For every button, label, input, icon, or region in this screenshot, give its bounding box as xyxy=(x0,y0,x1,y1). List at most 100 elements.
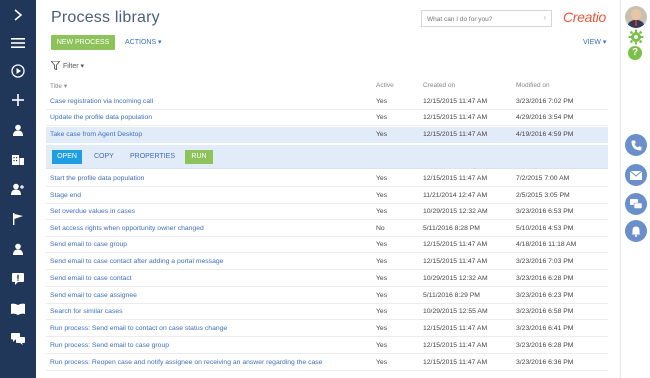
left-sidebar xyxy=(0,0,36,378)
created-on-value: 12/15/2015 11:47 AM xyxy=(423,175,488,182)
created-on-value: 5/11/2016 8:28 PM xyxy=(423,225,480,232)
table-row[interactable]: Send email to case group Yes 12/15/2015 … xyxy=(46,237,608,254)
view-menu-button[interactable]: VIEW ▾ xyxy=(583,38,606,46)
plus-icon[interactable] xyxy=(0,89,36,111)
table-row[interactable]: Send email to case assignee Yes 5/11/201… xyxy=(46,288,608,305)
email-icon[interactable] xyxy=(625,164,647,186)
process-title-link[interactable]: Send email to case contact xyxy=(50,275,132,282)
table-row[interactable]: Case registration via incoming call Yes … xyxy=(46,94,608,111)
process-title-link[interactable]: Run process: Send email to contact on ca… xyxy=(50,325,227,332)
expand-chevron-icon[interactable] xyxy=(0,4,36,26)
knowledge-base-icon[interactable] xyxy=(0,298,36,320)
actions-menu-button[interactable]: ACTIONS ▾ xyxy=(125,38,162,46)
active-value: Yes xyxy=(376,325,388,332)
selected-row-actions: OPEN COPY PROPERTIES RUN xyxy=(46,145,608,169)
created-on-value: 12/15/2015 11:47 AM xyxy=(423,241,488,248)
phone-icon[interactable] xyxy=(625,134,647,156)
table-row[interactable]: Run process: Send email to contact on ca… xyxy=(46,321,608,338)
modified-on-value: 7/2/2015 7:00 AM xyxy=(516,175,570,182)
modified-on-value: 3/23/2016 6:28 PM xyxy=(516,275,574,282)
person-icon[interactable] xyxy=(0,238,36,260)
modified-on-value: 3/23/2016 6:41 PM xyxy=(516,325,574,332)
chevron-right-icon[interactable]: › xyxy=(543,13,546,22)
created-on-value: 12/15/2015 11:47 AM xyxy=(423,342,488,349)
modified-on-value: 3/23/2016 6:36 PM xyxy=(516,359,574,366)
page-title: Process library xyxy=(51,9,160,26)
help-icon[interactable]: ? xyxy=(628,46,642,60)
process-title-link[interactable]: Send email to case contact after adding … xyxy=(50,258,223,265)
run-button[interactable]: RUN xyxy=(185,150,213,164)
active-value: Yes xyxy=(376,131,388,138)
process-title-link[interactable]: Set overdue values in cases xyxy=(50,208,135,215)
table-row[interactable]: Set overdue values in cases Yes 10/29/20… xyxy=(46,204,608,221)
modified-on-value: 2/5/2015 3:05 PM xyxy=(516,192,570,199)
modified-on-value: 4/19/2016 4:59 PM xyxy=(516,131,574,138)
table-row[interactable]: Set access rights when opportunity owner… xyxy=(46,221,608,238)
chat-icon[interactable] xyxy=(625,193,647,215)
filter-icon[interactable] xyxy=(51,61,60,70)
new-process-button[interactable]: NEW PROCESS xyxy=(51,35,115,50)
modified-on-value: 3/23/2016 6:23 PM xyxy=(516,292,574,299)
active-value: Yes xyxy=(376,258,388,265)
modified-on-value: 5/10/2016 4:53 PM xyxy=(516,225,574,232)
table-row[interactable]: Stage end Yes 11/21/2014 12:47 AM 2/5/20… xyxy=(46,188,608,205)
created-on-value: 11/21/2014 12:47 AM xyxy=(423,192,488,199)
process-title-link[interactable]: Stage end xyxy=(50,192,81,199)
contact-icon[interactable] xyxy=(0,119,36,141)
active-value: Yes xyxy=(376,98,388,105)
process-title-link[interactable]: Run process: Send email to case group xyxy=(50,342,169,349)
copy-button[interactable]: COPY xyxy=(94,153,114,160)
notification-bell-icon[interactable] xyxy=(625,220,647,242)
command-search-box[interactable]: › xyxy=(421,10,552,27)
feed-icon[interactable] xyxy=(0,328,36,350)
created-on-value: 12/15/2015 11:47 AM xyxy=(423,114,488,121)
menu-icon[interactable] xyxy=(0,32,36,54)
table-row[interactable]: Run process: Send email to case group Ye… xyxy=(46,338,608,355)
leads-icon[interactable] xyxy=(0,178,36,200)
created-on-value: 12/15/2015 11:47 AM xyxy=(423,98,488,105)
created-on-value: 10/29/2015 12:32 AM xyxy=(423,208,488,215)
flag-icon[interactable] xyxy=(0,208,36,230)
process-title-link[interactable]: Send email to case group xyxy=(50,241,127,248)
logo: Creatio xyxy=(563,9,607,25)
active-value: Yes xyxy=(376,192,388,199)
gear-icon[interactable] xyxy=(628,29,644,45)
active-value: Yes xyxy=(376,275,388,282)
process-title-link[interactable]: Start the profile data population xyxy=(50,175,144,182)
open-button[interactable]: OPEN xyxy=(52,150,82,164)
active-value: Yes xyxy=(376,208,388,215)
table-row-selected[interactable]: Take case from Agent Desktop Yes 12/15/2… xyxy=(46,127,608,144)
active-value: Yes xyxy=(376,342,388,349)
column-header-created[interactable]: Created on xyxy=(423,82,455,89)
modified-on-value: 4/18/2016 11:18 AM xyxy=(516,241,577,248)
active-value: No xyxy=(376,225,385,232)
accounts-icon[interactable] xyxy=(0,148,36,170)
process-title-link[interactable]: Set access rights when opportunity owner… xyxy=(50,225,204,232)
column-header-modified[interactable]: Modified on xyxy=(516,82,550,89)
process-title-link[interactable]: Search for similar cases xyxy=(50,308,123,315)
cases-icon[interactable] xyxy=(0,268,36,290)
table-row[interactable]: Start the profile data population Yes 12… xyxy=(46,171,608,188)
play-circle-icon[interactable] xyxy=(0,60,36,82)
created-on-value: 12/15/2015 11:47 AM xyxy=(423,359,488,366)
active-value: Yes xyxy=(376,114,388,121)
process-title-link[interactable]: Case registration via incoming call xyxy=(50,98,153,105)
filter-button[interactable]: Filter ▾ xyxy=(63,62,84,70)
column-header-title[interactable]: Title ▾ xyxy=(50,82,67,90)
table-row[interactable]: Update the profile data population Yes 1… xyxy=(46,110,608,127)
table-row[interactable]: Run process: Reopen case and notify assi… xyxy=(46,355,608,372)
table-row[interactable]: Send email to case contact after adding … xyxy=(46,254,608,271)
table-row[interactable]: Send email to case contact Yes 10/29/201… xyxy=(46,271,608,288)
process-title-link[interactable]: Run process: Reopen case and notify assi… xyxy=(50,359,322,366)
search-input[interactable] xyxy=(427,13,535,25)
modified-on-value: 3/23/2016 6:53 PM xyxy=(516,208,574,215)
process-title-link[interactable]: Update the profile data population xyxy=(50,114,152,121)
table-row[interactable]: Search for similar cases Yes 10/29/2015 … xyxy=(46,304,608,321)
process-title-link[interactable]: Send email to case assignee xyxy=(50,292,137,299)
properties-button[interactable]: PROPERTIES xyxy=(130,153,175,160)
right-sidebar: ? xyxy=(620,0,650,378)
process-title-link[interactable]: Take case from Agent Desktop xyxy=(50,131,142,138)
active-value: Yes xyxy=(376,241,388,248)
column-header-active[interactable]: Active xyxy=(376,82,394,89)
avatar[interactable] xyxy=(625,6,647,28)
